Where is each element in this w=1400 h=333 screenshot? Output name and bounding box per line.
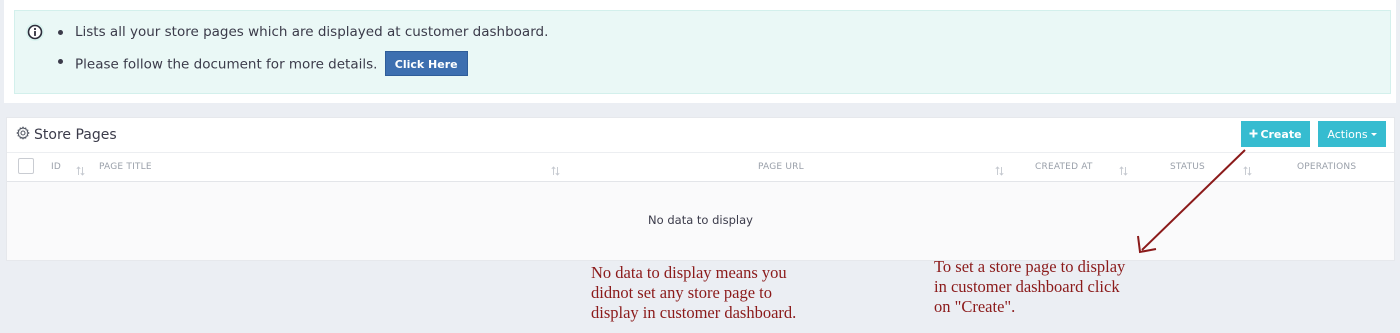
info-line-2: Please follow the document for more deta… [58, 51, 548, 76]
column-operations: OPERATIONS [1297, 162, 1357, 172]
caret-down-icon [1370, 132, 1377, 136]
sort-icon[interactable] [1119, 161, 1128, 180]
column-status[interactable]: STATUS [1170, 162, 1205, 172]
info-box: Lists all your store pages which are dis… [14, 10, 1391, 94]
column-page-title[interactable]: PAGE TITLE [99, 162, 152, 172]
create-button[interactable]: Create [1241, 121, 1310, 147]
actions-button-label: Actions [1327, 127, 1368, 141]
sort-icon[interactable] [1243, 161, 1252, 180]
empty-state-text: No data to display [648, 213, 753, 227]
panel-header: Store Pages Create Actions [7, 118, 1394, 153]
create-button-label: Create [1260, 127, 1302, 141]
store-pages-panel: Store Pages Create Actions ID PAGE TITLE… [6, 117, 1395, 261]
panel-title-text: Store Pages [34, 127, 117, 143]
info-icon [26, 23, 44, 41]
annotation-no-data-note: No data to display means you didnot set … [591, 263, 797, 322]
sort-icon[interactable] [551, 161, 560, 180]
info-line-1: Lists all your store pages which are dis… [58, 23, 548, 41]
column-page-url[interactable]: PAGE URL [758, 162, 804, 172]
column-id[interactable]: ID [51, 162, 61, 172]
table-header: ID PAGE TITLE PAGE URL CREATED AT STATUS… [7, 153, 1394, 182]
actions-dropdown-button[interactable]: Actions [1318, 121, 1386, 147]
annotation-create-note: To set a store page to display in custom… [934, 257, 1126, 316]
gear-icon [16, 126, 30, 144]
panel-title: Store Pages [16, 126, 117, 144]
info-list: Lists all your store pages which are dis… [58, 23, 548, 76]
column-created-at[interactable]: CREATED AT [1035, 162, 1093, 172]
sort-icon[interactable] [995, 161, 1004, 180]
plus-icon [1249, 128, 1258, 141]
select-all-checkbox[interactable] [18, 158, 34, 174]
info-panel: Lists all your store pages which are dis… [4, 0, 1396, 103]
click-here-button[interactable]: Click Here [384, 51, 468, 76]
sort-icon[interactable] [76, 161, 85, 180]
